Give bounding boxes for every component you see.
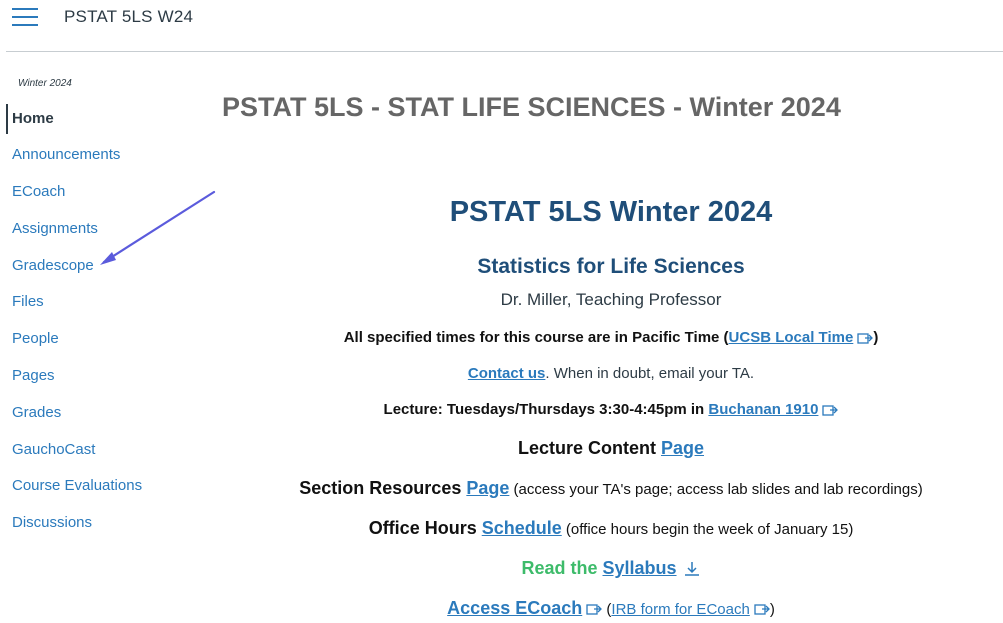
external-link-icon: [586, 604, 603, 615]
office-hours-schedule-link[interactable]: Schedule: [482, 518, 562, 538]
lecture-content-page-link[interactable]: Page: [661, 438, 704, 458]
section-resources-page-link[interactable]: Page: [466, 478, 509, 498]
ucsb-local-time-link[interactable]: UCSB Local Time: [729, 329, 854, 346]
course-subheading: Statistics for Life Sciences: [477, 255, 745, 278]
sidebar-item-home[interactable]: Home: [6, 104, 186, 134]
office-hours-note: (office hours begin the week of January …: [561, 521, 854, 538]
lecture-text: Lecture: Tuesdays/Thursdays 3:30-4:45pm …: [383, 401, 709, 418]
page-title: PSTAT 5LS - STAT LIFE SCIENCES - Winter …: [222, 92, 841, 122]
sidebar-item-gauchocast[interactable]: GauchoCast: [6, 435, 186, 465]
syllabus-line: Read the Syllabus: [212, 558, 1003, 579]
contact-line: Contact us. When in doubt, email your TA…: [212, 365, 1003, 382]
irb-form-link[interactable]: IRB form for ECoach: [611, 601, 749, 618]
ecoach-close-paren: ): [769, 601, 775, 618]
access-ecoach-link[interactable]: Access ECoach: [447, 598, 582, 618]
contact-us-link[interactable]: Contact us: [468, 365, 546, 382]
external-link-icon: [857, 333, 874, 344]
annotation-arrow-icon: [100, 190, 216, 265]
professor-name: Dr. Miller, Teaching Professor: [500, 290, 722, 309]
buchanan-1910-link[interactable]: Buchanan 1910: [708, 401, 818, 418]
sidebar-item-files[interactable]: Files: [6, 287, 186, 317]
syllabus-text: Read the: [521, 558, 603, 578]
lecture-schedule: Lecture: Tuesdays/Thursdays 3:30-4:45pm …: [212, 401, 1003, 418]
sidebar-item-people[interactable]: People: [6, 324, 186, 354]
office-hours-line: Office Hours Schedule (office hours begi…: [212, 518, 1003, 539]
office-hours-text: Office Hours: [368, 518, 482, 538]
term-label: Winter 2024: [18, 78, 72, 89]
timezone-text: All specified times for this course are …: [343, 329, 729, 346]
sidebar-item-announcements[interactable]: Announcements: [6, 140, 186, 170]
contact-text: . When in doubt, email your TA.: [545, 365, 755, 382]
course-code-breadcrumb[interactable]: PSTAT 5LS W24: [64, 7, 193, 27]
ecoach-line: Access ECoach (IRB form for ECoach): [212, 598, 1003, 619]
sidebar-item-grades[interactable]: Grades: [6, 398, 186, 428]
timezone-notice: All specified times for this course are …: [212, 329, 1003, 346]
external-link-icon: [822, 405, 839, 416]
top-bar: PSTAT 5LS W24: [6, 0, 1003, 52]
section-resources-note: (access your TA's page; access lab slide…: [509, 481, 923, 498]
sidebar-item-pages[interactable]: Pages: [6, 361, 186, 391]
download-icon[interactable]: [683, 560, 701, 578]
lecture-content-line: Lecture Content Page: [212, 438, 1003, 459]
timezone-close: ): [873, 329, 879, 346]
course-heading: PSTAT 5LS Winter 2024: [449, 196, 773, 228]
section-resources-text: Section Resources: [299, 478, 467, 498]
external-link-icon: [754, 604, 770, 615]
section-resources-line: Section Resources Page (access your TA's…: [212, 478, 1003, 499]
sidebar-item-course-evaluations[interactable]: Course Evaluations: [6, 471, 186, 501]
syllabus-link[interactable]: Syllabus: [603, 558, 677, 578]
lecture-content-text: Lecture Content: [517, 438, 661, 458]
sidebar-item-discussions[interactable]: Discussions: [6, 508, 186, 538]
hamburger-menu-icon[interactable]: [12, 8, 38, 28]
